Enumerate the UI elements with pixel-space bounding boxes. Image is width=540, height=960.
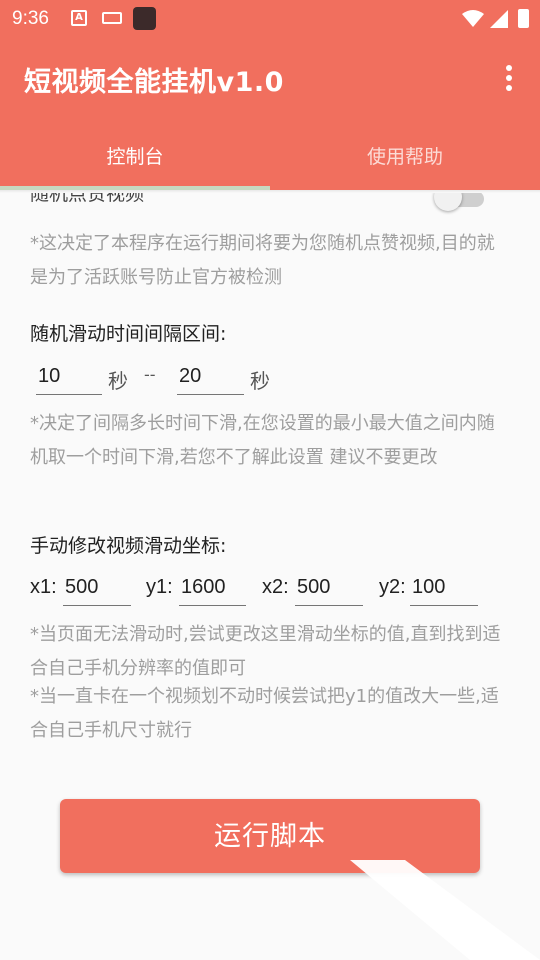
battery-icon bbox=[518, 9, 529, 28]
tab-help[interactable]: 使用帮助 bbox=[270, 120, 540, 190]
coords-note-1: *当页面无法滑动时,尝试更改这里滑动坐标的值,直到找到适合自己手机分辨率的值即可 bbox=[30, 624, 501, 679]
tab-console[interactable]: 控制台 bbox=[0, 120, 270, 190]
interval-min-input[interactable]: 10 bbox=[36, 359, 102, 395]
cellular-signal-icon bbox=[490, 10, 508, 28]
x2-label: x2: bbox=[262, 576, 289, 598]
interval-separator: -- bbox=[144, 365, 156, 384]
y2-label: y2: bbox=[379, 576, 406, 598]
x1-input[interactable]: 500 bbox=[63, 570, 131, 606]
interval-max-unit: 秒 bbox=[250, 369, 270, 393]
interval-note: *决定了间隔多长时间下滑,在您设置的最小最大值之间内随机取一个时间下滑,若您不了… bbox=[30, 413, 495, 468]
tab-bar: 控制台 使用帮助 bbox=[0, 120, 540, 192]
a-notification-icon: A bbox=[71, 10, 87, 26]
status-time: 9:36 bbox=[12, 8, 49, 29]
interval-max-input[interactable]: 20 bbox=[177, 359, 244, 395]
coords-label: 手动修改视频滑动坐标: bbox=[30, 535, 227, 557]
like-note: *这决定了本程序在运行期间将要为您随机点赞视频,目的就是为了活跃账号防止官方被检… bbox=[30, 233, 495, 288]
more-options-icon[interactable] bbox=[506, 65, 514, 93]
app-bar: 短视频全能挂机v1.0 bbox=[0, 38, 540, 120]
y2-input[interactable]: 100 bbox=[410, 570, 478, 606]
x1-label: x1: bbox=[30, 576, 57, 598]
app-notification-icon bbox=[133, 7, 156, 30]
corner-watermark bbox=[350, 860, 540, 960]
app-title: 短视频全能挂机v1.0 bbox=[24, 67, 284, 98]
interval-min-unit: 秒 bbox=[108, 369, 128, 393]
like-toggle-switch[interactable] bbox=[434, 193, 462, 211]
keyboard-icon bbox=[102, 12, 122, 24]
status-bar: 9:36 A bbox=[0, 0, 540, 38]
x2-input[interactable]: 500 bbox=[295, 570, 363, 606]
wifi-icon bbox=[462, 10, 484, 27]
y1-label: y1: bbox=[146, 576, 173, 598]
interval-label: 随机滑动时间间隔区间: bbox=[30, 323, 227, 345]
like-toggle-label: 随机点赞视频 bbox=[30, 193, 145, 205]
y1-input[interactable]: 1600 bbox=[179, 570, 246, 606]
coords-note-2: *当一直卡在一个视频划不动时候尝试把y1的值改大一些,适合自己手机尺寸就行 bbox=[30, 686, 499, 741]
